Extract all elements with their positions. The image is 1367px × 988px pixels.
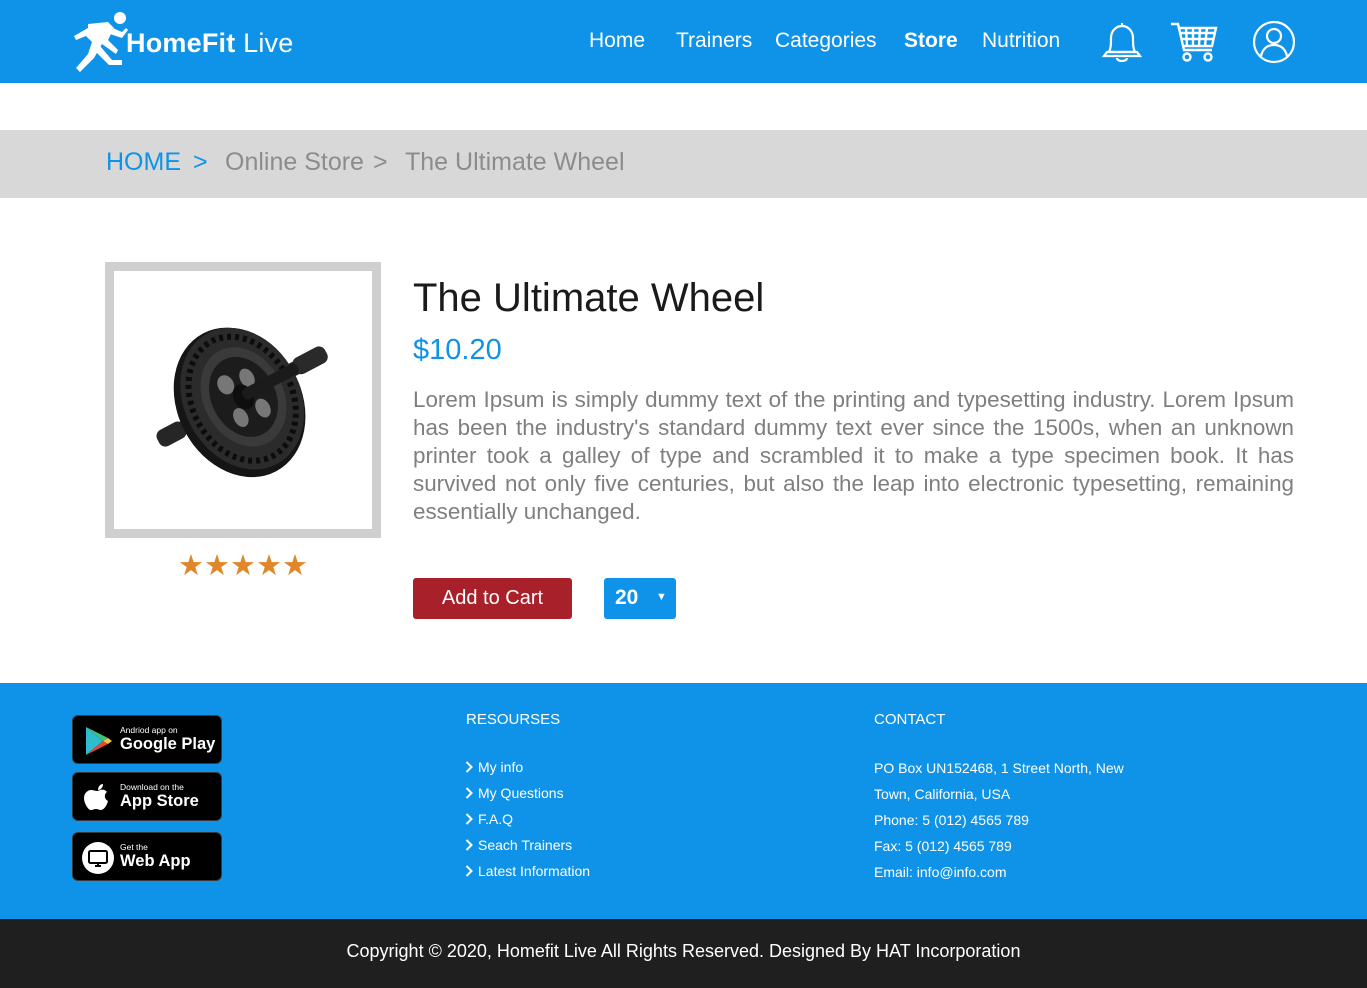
bell-icon[interactable] — [1101, 20, 1143, 69]
breadcrumb-online-store[interactable]: Online Store — [225, 148, 364, 177]
contact-address-line-1: PO Box UN152468, 1 Street North, New — [874, 760, 1124, 776]
breadcrumb-separator: > — [373, 148, 388, 176]
ab-wheel-image — [156, 327, 328, 478]
user-icon[interactable] — [1252, 20, 1296, 69]
badge-small-text: Andriod app on — [120, 725, 178, 735]
footer-link-latest-information[interactable]: Latest Information — [465, 863, 590, 879]
nav-trainers[interactable]: Trainers — [676, 29, 752, 53]
contact-phone: Phone: 5 (012) 4565 789 — [874, 812, 1029, 828]
footer-link-label: Seach Trainers — [478, 837, 573, 853]
badge-big-text: Web App — [120, 852, 191, 870]
chevron-right-icon — [465, 787, 473, 799]
footer-link-label: Latest Information — [478, 863, 591, 879]
nav-home[interactable]: Home — [589, 29, 645, 53]
footer-link-my-questions[interactable]: My Questions — [465, 785, 564, 801]
nav-categories[interactable]: Categories — [775, 29, 877, 53]
chevron-right-icon — [465, 813, 473, 825]
app-store-badge[interactable]: Download on the App Store — [72, 772, 222, 821]
footer-link-label: F.A.Q — [478, 811, 514, 827]
rating-stars: ★★★★★ — [178, 550, 308, 582]
web-app-badge[interactable]: Get the Web App — [72, 832, 222, 881]
badge-small-text: Get the — [120, 842, 148, 852]
contact-email: Email: info@info.com — [874, 864, 1007, 880]
copyright-bar: Copyright © 2020, Homefit Live All Right… — [0, 919, 1367, 988]
resources-heading: RESOURSES — [466, 711, 561, 728]
product-image[interactable] — [105, 262, 381, 538]
breadcrumb-current: The Ultimate Wheel — [405, 148, 625, 176]
product-title: The Ultimate Wheel — [413, 276, 765, 320]
logo[interactable]: HomeFit Live — [72, 10, 293, 74]
breadcrumb: HOME > Online Store > The Ultimate Wheel — [0, 130, 1367, 198]
apple-icon — [84, 784, 108, 810]
badge-small-text: Download on the — [120, 782, 184, 792]
nav-store[interactable]: Store — [904, 29, 958, 53]
monitor-icon — [82, 842, 114, 874]
quantity-value: 20 — [615, 586, 639, 609]
google-play-badge[interactable]: Andriod app on Google Play — [72, 715, 222, 764]
breadcrumb-home[interactable]: HOME — [106, 148, 181, 177]
footer-link-search-trainers[interactable]: Seach Trainers — [465, 837, 572, 853]
footer-link-my-info[interactable]: My info — [465, 759, 523, 775]
cart-icon[interactable] — [1170, 20, 1218, 69]
footer-link-label: My info — [478, 759, 524, 775]
contact-address-line-2: Town, California, USA — [874, 786, 1011, 802]
copyright-text: Copyright © 2020, Homefit Live All Right… — [346, 941, 1021, 961]
breadcrumb-separator: > — [193, 148, 208, 176]
product-description: Lorem Ipsum is simply dummy text of the … — [413, 387, 1294, 524]
footer-link-faq[interactable]: F.A.Q — [465, 811, 513, 827]
chevron-right-icon — [465, 839, 473, 851]
add-to-cart-button[interactable]: Add to Cart — [413, 578, 572, 619]
chevron-down-icon: ▼ — [656, 591, 667, 603]
top-navbar: HomeFit Live Home Trainers Categories St… — [0, 0, 1367, 83]
badge-big-text: Google Play — [120, 735, 216, 753]
chevron-right-icon — [465, 865, 473, 877]
contact-heading: CONTACT — [874, 711, 946, 728]
contact-fax: Fax: 5 (012) 4565 789 — [874, 838, 1012, 854]
footer: Andriod app on Google Play Download on t… — [0, 683, 1367, 919]
google-play-icon — [86, 727, 112, 755]
badge-big-text: App Store — [120, 792, 199, 810]
runner-logo-icon — [74, 12, 128, 72]
product-price: $10.20 — [413, 334, 502, 366]
footer-link-label: My Questions — [478, 785, 564, 801]
quantity-select[interactable]: 20 ▼ — [604, 578, 676, 619]
chevron-right-icon — [465, 761, 473, 773]
logo-text: HomeFit Live — [126, 27, 294, 58]
nav-nutrition[interactable]: Nutrition — [982, 29, 1060, 53]
